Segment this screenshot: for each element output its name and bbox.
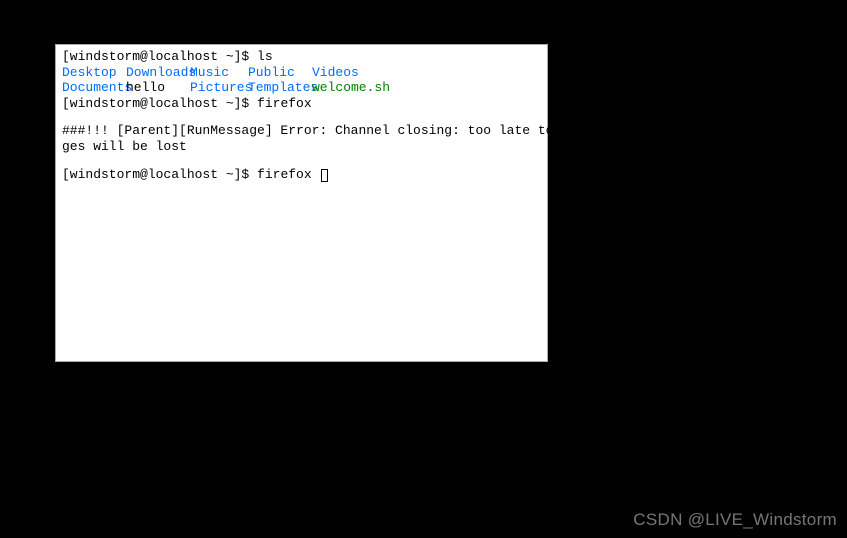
- ls-output-row: Documents hello Pictures Templates welco…: [62, 80, 541, 96]
- command-firefox: firefox: [257, 96, 312, 111]
- shell-prompt: [windstorm@localhost ~]$: [62, 96, 257, 111]
- cursor-icon: [321, 169, 328, 182]
- ls-item: Templates: [248, 80, 312, 96]
- ls-output-row: Desktop Downloads Music Public Videos: [62, 65, 541, 81]
- ls-item: hello: [126, 80, 190, 96]
- error-output: ges will be lost: [62, 139, 541, 155]
- blank-line: [62, 155, 541, 167]
- command-ls: ls: [257, 49, 273, 64]
- ls-item: Downloads: [126, 65, 190, 81]
- ls-item: welcome.sh: [312, 80, 390, 96]
- ls-item: Pictures: [190, 80, 248, 96]
- shell-prompt: [windstorm@localhost ~]$: [62, 49, 257, 64]
- prompt-line-active[interactable]: [windstorm@localhost ~]$ firefox: [62, 167, 541, 183]
- prompt-line-firefox: [windstorm@localhost ~]$ firefox: [62, 96, 541, 112]
- ls-item: Public: [248, 65, 312, 81]
- ls-item: Videos: [312, 65, 359, 81]
- ls-item: Music: [190, 65, 248, 81]
- watermark-text: CSDN @LIVE_Windstorm: [633, 510, 837, 530]
- prompt-line-ls: [windstorm@localhost ~]$ ls: [62, 49, 541, 65]
- blank-line: [62, 111, 541, 123]
- command-firefox: firefox: [257, 167, 319, 182]
- terminal-window[interactable]: [windstorm@localhost ~]$ ls Desktop Down…: [55, 44, 548, 362]
- ls-item: Documents: [62, 80, 126, 96]
- error-output: ###!!! [Parent][RunMessage] Error: Chann…: [62, 123, 541, 139]
- shell-prompt: [windstorm@localhost ~]$: [62, 167, 257, 182]
- ls-item: Desktop: [62, 65, 126, 81]
